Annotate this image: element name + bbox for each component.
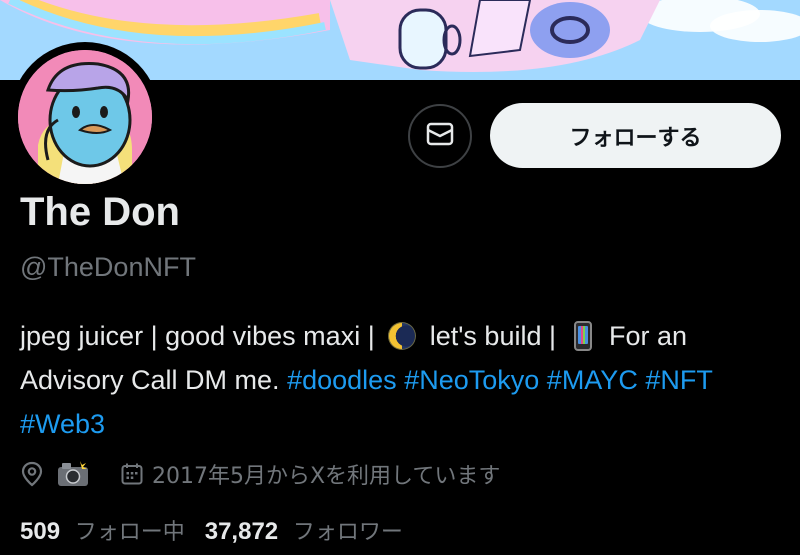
followers-count: 37,872: [204, 518, 279, 545]
moon-emoji-icon: [388, 322, 417, 350]
envelope-icon: [426, 122, 454, 151]
doodle-avatar-icon: [18, 50, 152, 184]
hashtag-link[interactable]: #doodles: [287, 365, 397, 395]
joined-date: 2017年5月からXを利用しています: [152, 464, 501, 489]
follow-button[interactable]: フォローする: [490, 103, 781, 168]
hashtag-link[interactable]: #NeoTokyo: [404, 365, 539, 395]
hashtag-link[interactable]: #Web3: [20, 409, 105, 439]
display-name: The Don: [20, 190, 180, 234]
follow-stats: 509 フォロー中 37,872 フォロワー: [20, 514, 403, 546]
calendar-icon: [120, 462, 144, 486]
avatar-frame: [10, 42, 160, 192]
hashtag-link[interactable]: #NFT: [645, 365, 712, 395]
camera-flash-emoji-icon: [56, 460, 90, 488]
bio-text-1: jpeg juicer | good vibes maxi |: [20, 321, 375, 351]
hashtag-link[interactable]: #MAYC: [547, 365, 638, 395]
profile-bio: jpeg juicer | good vibes maxi | let's bu…: [20, 314, 790, 446]
location-pin-icon: [20, 461, 44, 487]
message-button[interactable]: [408, 104, 472, 168]
profile-meta: 2017年5月からXを利用しています: [20, 456, 500, 492]
phone-emoji-icon: [573, 321, 592, 351]
following-count: 509: [20, 518, 61, 545]
followers-label: フォロワー: [292, 520, 403, 545]
following-label: フォロー中: [74, 520, 185, 545]
user-handle: @TheDonNFT: [20, 252, 196, 282]
followers-link[interactable]: 37,872 フォロワー: [205, 514, 403, 546]
bio-text-2: let's build |: [429, 321, 556, 351]
following-link[interactable]: 509 フォロー中: [20, 514, 185, 546]
avatar[interactable]: [18, 50, 152, 184]
